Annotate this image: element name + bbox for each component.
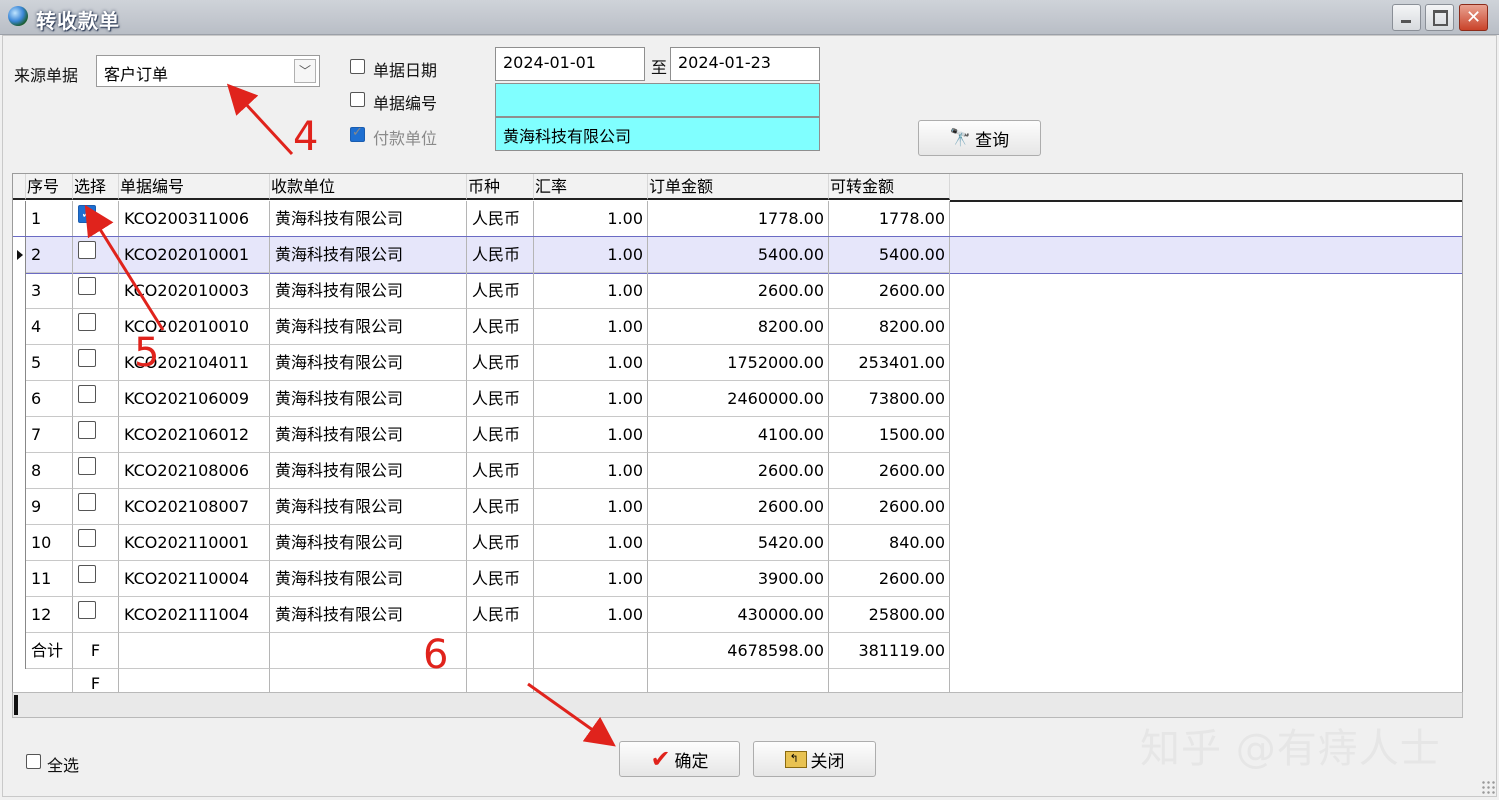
arrow-4 (226, 83, 294, 156)
arrow-6 (527, 682, 616, 747)
annotation-5: 5 (134, 330, 160, 376)
arrow-5 (84, 204, 165, 331)
resize-grip[interactable] (1481, 780, 1495, 794)
annotation-arrows (84, 83, 616, 747)
watermark: 知乎 @有痔人士 (1140, 726, 1441, 772)
annotation-6: 6 (423, 632, 449, 678)
annotation-4: 4 (293, 114, 319, 160)
